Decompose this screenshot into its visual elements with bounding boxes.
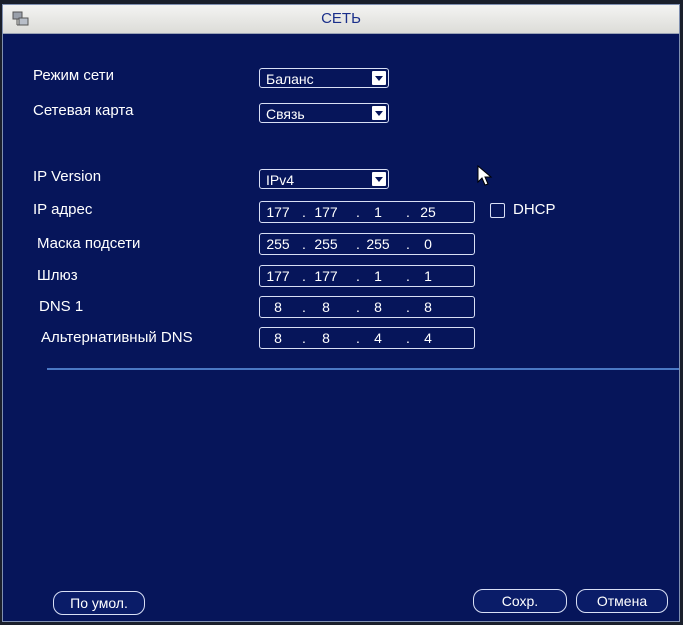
subnet-mask-label: Маска подсети (37, 235, 141, 252)
octet-separator: . (302, 204, 306, 220)
ip-version-label: IP Version (33, 168, 102, 185)
save-button[interactable]: Сохр. (473, 589, 567, 613)
dialog-title: СЕТЬ (321, 10, 361, 27)
chevron-down-icon[interactable] (372, 71, 386, 85)
cancel-button[interactable]: Отмена (576, 589, 668, 613)
title-bar: СЕТЬ (3, 5, 679, 34)
dns1-octet-1[interactable]: 8 (260, 299, 296, 315)
chevron-down-icon[interactable] (372, 106, 386, 120)
gateway-label: Шлюз (37, 267, 78, 284)
ip-address-label: IP адрес (33, 201, 93, 218)
network-card-value: Связь (266, 106, 305, 122)
dns2-octet-2[interactable]: 8 (308, 330, 344, 346)
gateway-field[interactable]: 177 . 177 . 1 . 1 (259, 265, 475, 287)
mask-octet-3[interactable]: 255 (360, 236, 396, 252)
section-divider (47, 368, 679, 370)
alternate-dns-field[interactable]: 8 . 8 . 4 . 4 (259, 327, 475, 349)
ip-octet-1[interactable]: 177 (260, 204, 296, 220)
dns1-label: DNS 1 (39, 298, 84, 315)
ip-octet-3[interactable]: 1 (360, 204, 396, 220)
dns2-octet-1[interactable]: 8 (260, 330, 296, 346)
gateway-octet-2[interactable]: 177 (308, 268, 344, 284)
dns1-octet-3[interactable]: 8 (360, 299, 396, 315)
octet-separator: . (302, 330, 306, 346)
chevron-down-icon[interactable] (372, 172, 386, 186)
alternate-dns-label: Альтернативный DNS (41, 329, 193, 346)
mask-octet-2[interactable]: 255 (308, 236, 344, 252)
octet-separator: . (302, 299, 306, 315)
ip-version-value: IPv4 (266, 172, 295, 188)
octet-separator: . (302, 268, 306, 284)
dns2-octet-3[interactable]: 4 (360, 330, 396, 346)
dhcp-checkbox[interactable] (490, 203, 505, 218)
ip-version-select[interactable]: IPv4 (259, 169, 389, 189)
gateway-octet-3[interactable]: 1 (360, 268, 396, 284)
ip-octet-2[interactable]: 177 (308, 204, 344, 220)
mask-octet-1[interactable]: 255 (260, 236, 296, 252)
network-settings-dialog: СЕТЬ Режим сети Сетевая карта IP Version… (2, 4, 680, 622)
ip-address-field[interactable]: 177 . 177 . 1 . 25 (259, 201, 475, 223)
network-mode-value: Баланс (266, 71, 314, 87)
network-mode-label: Режим сети (33, 67, 115, 84)
dhcp-label: DHCP (513, 201, 556, 218)
default-button[interactable]: По умол. (53, 591, 145, 615)
subnet-mask-field[interactable]: 255 . 255 . 255 . 0 (259, 233, 475, 255)
gateway-octet-4[interactable]: 1 (410, 268, 446, 284)
gateway-octet-1[interactable]: 177 (260, 268, 296, 284)
network-card-select[interactable]: Связь (259, 103, 389, 123)
dns1-octet-4[interactable]: 8 (410, 299, 446, 315)
ip-octet-4[interactable]: 25 (410, 204, 446, 220)
mask-octet-4[interactable]: 0 (410, 236, 446, 252)
network-card-label: Сетевая карта (33, 102, 134, 119)
dns2-octet-4[interactable]: 4 (410, 330, 446, 346)
dns1-octet-2[interactable]: 8 (308, 299, 344, 315)
octet-separator: . (302, 236, 306, 252)
mouse-cursor-icon (477, 165, 493, 186)
network-mode-select[interactable]: Баланс (259, 68, 389, 88)
dns1-field[interactable]: 8 . 8 . 8 . 8 (259, 296, 475, 318)
